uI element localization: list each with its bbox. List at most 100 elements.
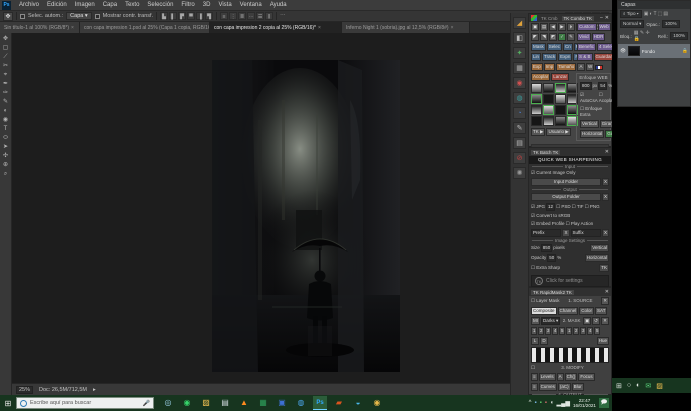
auto-select-checkbox[interactable]: [20, 14, 25, 19]
tool-icon[interactable]: ⬭: [1, 134, 11, 143]
combo-custom-button[interactable]: Custom: [577, 23, 597, 31]
tool-icon[interactable]: ✑: [1, 89, 11, 98]
opacity-value[interactable]: 100%: [662, 20, 680, 28]
network-icon[interactable]: ▂▄▆: [557, 400, 570, 407]
combo-track-button[interactable]: Track: [542, 53, 557, 61]
tk-book-icon[interactable]: ▤: [513, 137, 526, 149]
size-field[interactable]: 800: [580, 82, 592, 90]
menu-item[interactable]: Texto: [121, 0, 143, 10]
mask-thumbnail[interactable]: [543, 116, 554, 126]
combo-track-button[interactable]: Expn: [558, 53, 572, 61]
tk-tab[interactable]: TK Cmb: [539, 16, 560, 21]
combo-vivid-button[interactable]: Vivid: [577, 33, 591, 41]
panel-close-icon[interactable]: ✕: [605, 15, 609, 21]
mi-button[interactable]: MI: [531, 317, 540, 325]
mask-thumbnail[interactable]: [555, 83, 566, 93]
combo-track-button[interactable]: Lin: [531, 53, 541, 61]
notification-center-icon[interactable]: 🗩: [599, 398, 609, 408]
lights-button[interactable]: L: [531, 337, 539, 345]
whatsapp-icon[interactable]: ◉: [180, 396, 194, 410]
visibility-eye-icon[interactable]: 👁: [620, 48, 626, 54]
modify-checkbox[interactable]: ☐: [531, 365, 535, 371]
format-checkbox[interactable]: ☑ JPG: [531, 204, 545, 210]
batch-size-field[interactable]: 850: [541, 244, 553, 252]
show-transform-checkbox[interactable]: [95, 14, 100, 19]
tk-batch-tab[interactable]: TK Batch TK: [531, 150, 560, 155]
notes-icon[interactable]: ▤: [218, 396, 232, 410]
volume-icon[interactable]: ◖: [550, 400, 554, 407]
tray-app3-icon[interactable]: ▪: [545, 400, 547, 407]
tool-icon[interactable]: ▢: [1, 44, 11, 53]
align-icon[interactable]: ▜: [205, 12, 213, 20]
mask-thumbnail[interactable]: [531, 94, 542, 104]
tool-icon[interactable]: ⌖: [1, 71, 11, 80]
tk-pen-icon[interactable]: ✎: [513, 122, 526, 134]
combo-menu-button[interactable]: Usuario ▶: [546, 128, 570, 136]
menu-item[interactable]: Selección: [143, 0, 177, 10]
blend-mode-dropdown[interactable]: Normal ▾: [620, 20, 644, 28]
color-button[interactable]: Color: [579, 307, 594, 315]
photoshop-icon[interactable]: Ps: [313, 396, 327, 410]
status-arrow-icon[interactable]: ▸: [93, 387, 96, 393]
document-tab[interactable]: con capa impresion 1.psd al 25% (Capa 1 …: [80, 22, 210, 33]
modify-button[interactable]: Curves: [539, 383, 557, 391]
brush-check-button[interactable]: ✓: [558, 33, 566, 41]
amount-field[interactable]: 54: [598, 82, 607, 90]
modify-button[interactable]: Ch(): [565, 373, 578, 381]
text-w-button[interactable]: W: [586, 63, 594, 71]
tool-icon[interactable]: ⟋: [1, 53, 11, 62]
app-blue-icon[interactable]: ◍: [294, 396, 308, 410]
combo-menu-button[interactable]: TK ▶: [531, 128, 545, 136]
document-tab-active[interactable]: con capa impresion 2 copia al 25% (RGB/1…: [210, 22, 342, 33]
mask-level-button[interactable]: 3: [580, 327, 586, 335]
explorer2-icon[interactable]: ▨: [656, 382, 663, 390]
modify-button[interactable]: A: [557, 373, 564, 381]
tool-icon[interactable]: ✂: [1, 62, 11, 71]
modify-button[interactable]: Blur: [572, 383, 584, 391]
combo-mask-button[interactable]: Mask: [531, 43, 546, 51]
lock-icons[interactable]: ▦ ✎ ✛ 🔒: [634, 30, 656, 42]
combo-export-button[interactable]: Exp: [531, 63, 543, 71]
panel-close-icon[interactable]: ✕: [605, 289, 609, 295]
zoom-level-field[interactable]: 25%: [16, 386, 33, 394]
explorer-icon[interactable]: ▨: [199, 396, 213, 410]
more-options-icon[interactable]: ⋯: [280, 13, 286, 19]
modify-button[interactable]: ≡: [531, 383, 538, 391]
tk-star-icon[interactable]: ✦: [513, 47, 526, 59]
mask-tool-icon[interactable]: ▣: [583, 317, 591, 325]
combo-export-button[interactable]: Imp: [544, 63, 556, 71]
tk-sharpen-icon[interactable]: ✺: [513, 167, 526, 179]
tk-picker-icon[interactable]: ◢: [513, 17, 526, 29]
prefix-field[interactable]: Prefix: [531, 229, 561, 237]
format-checkbox[interactable]: ☐ PSD: [556, 204, 571, 210]
enfoque-extra-checkbox[interactable]: ☐ Enfoque Extra: [580, 106, 607, 118]
prev-button[interactable]: ◀: [549, 23, 557, 31]
mask-tool-icon[interactable]: ✕: [601, 317, 609, 325]
current-image-only-checkbox[interactable]: ☑ Current Image Only: [531, 170, 576, 176]
layer-thumbnail[interactable]: [628, 46, 640, 56]
mask-thumbnail[interactable]: [531, 116, 542, 126]
horizontal-button[interactable]: Horizontal: [580, 130, 604, 138]
output-folder-clear-button[interactable]: X: [602, 193, 609, 201]
mask-level-button[interactable]: 2: [538, 327, 544, 335]
tray-app1-icon[interactable]: ▪: [534, 400, 536, 407]
tool-icon[interactable]: ◉: [1, 116, 11, 125]
menu-item[interactable]: Vista: [214, 0, 235, 10]
paint-black-button[interactable]: ◤: [531, 33, 539, 41]
play-button[interactable]: ⏵: [567, 23, 575, 31]
mask-level-button[interactable]: 1: [531, 327, 537, 335]
close-icon[interactable]: ×: [71, 25, 74, 31]
tk-rgb-icon[interactable]: ◉: [513, 77, 526, 89]
output-folder-button[interactable]: Output Folder: [531, 193, 601, 201]
combo-save-button[interactable]: Guardar: [594, 53, 615, 61]
autocsa-checkbox[interactable]: ☑ AutoCsA: [580, 92, 598, 104]
word-icon[interactable]: ▣: [275, 396, 289, 410]
clock[interactable]: 22:47 16/01/2021: [573, 398, 596, 408]
mask-level-button[interactable]: 3: [545, 327, 551, 335]
distribute-icon[interactable]: ⋮: [229, 12, 237, 20]
combo-benefic-button[interactable]: Benefic: [577, 43, 596, 51]
tool-icon[interactable]: ➤: [1, 143, 11, 152]
close-icon[interactable]: ×: [318, 25, 321, 31]
tk-clock-icon[interactable]: ◔: [513, 107, 526, 119]
new-doc-button[interactable]: ▤: [540, 23, 548, 31]
